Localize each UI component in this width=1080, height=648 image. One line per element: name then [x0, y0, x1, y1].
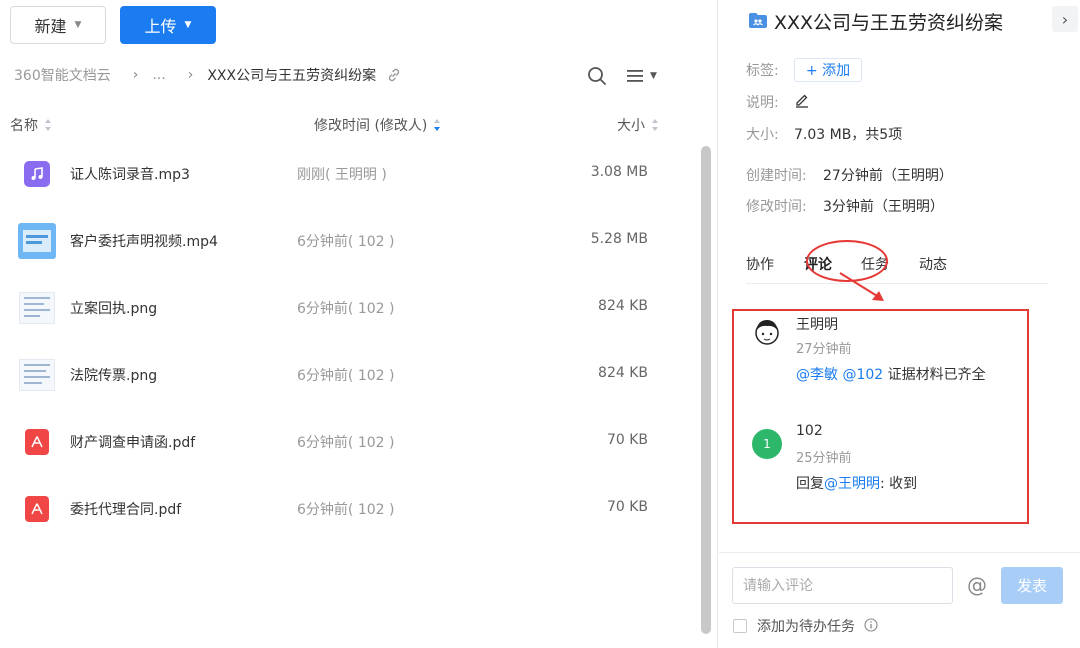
file-row[interactable]: 客户委托声明视频.mp4 6分钟前( 102 ) 5.28 MB [0, 209, 700, 275]
mention-link[interactable]: @李敏 [796, 367, 838, 383]
modified-label: 修改时间: [746, 199, 807, 215]
created-label: 创建时间: [746, 168, 807, 184]
avatar: 1 [752, 429, 782, 459]
detail-title: XXX公司与王五劳资纠纷案 [774, 12, 1004, 34]
file-name[interactable]: 委托代理合同.pdf [70, 499, 181, 519]
column-header-size-label: 大小 [617, 118, 645, 134]
avatar [755, 320, 779, 345]
comment-list: 王明明 27分钟前 @李敏 @102 证据材料已齐全 1 102 25分钟前 回… [732, 309, 1029, 524]
comment-author: 王明明 [796, 317, 838, 333]
breadcrumb-current: XXX公司与王五劳资纠纷案 [207, 68, 377, 84]
tab-activity[interactable]: 动态 [919, 254, 947, 274]
caret-down-icon: ▼ [74, 20, 82, 30]
file-modified: 6分钟前( 102 ) [297, 368, 395, 384]
scrollbar[interactable] [701, 146, 711, 634]
mention-link[interactable]: @102 [842, 367, 883, 383]
submit-button[interactable]: 发表 [1001, 567, 1063, 604]
comment-time: 27分钟前 [796, 342, 852, 357]
file-modified: 6分钟前( 102 ) [297, 301, 395, 317]
chevron-right-icon: › [132, 67, 139, 83]
upload-button-label: 上传 [144, 17, 177, 36]
mention-link[interactable]: @王明明 [824, 476, 880, 492]
list-view-icon [627, 70, 643, 82]
caret-down-icon: ▼ [650, 71, 657, 81]
comment-composer: @ 发表 添加为待办任务 [719, 552, 1080, 648]
comment-time: 25分钟前 [796, 451, 852, 466]
file-name[interactable]: 财产调查申请函.pdf [70, 432, 195, 452]
file-row[interactable]: 委托代理合同.pdf 6分钟前( 102 ) 70 KB [0, 477, 700, 543]
reply-prefix: 回复 [796, 476, 824, 492]
file-name[interactable]: 法院传票.png [70, 365, 157, 385]
todo-label: 添加为待办任务 [757, 619, 855, 635]
comment-text: @李敏 @102 证据材料已齐全 [796, 364, 986, 384]
file-name[interactable]: 客户委托声明视频.mp4 [70, 231, 218, 251]
file-row[interactable]: 法院传票.png 6分钟前( 102 ) 824 KB [0, 343, 700, 409]
breadcrumb-ellipsis[interactable]: ... [152, 67, 165, 83]
file-modified: 6分钟前( 102 ) [297, 435, 395, 451]
file-row[interactable]: 证人陈词录音.mp3 刚刚( 王明明 ) 3.08 MB [0, 142, 700, 208]
file-size: 70 KB [606, 432, 648, 448]
upload-button[interactable]: 上传 ▼ [120, 6, 216, 44]
mention-button[interactable]: @ [965, 571, 989, 599]
todo-checkbox[interactable] [733, 619, 747, 633]
tab-collaborate[interactable]: 协作 [746, 254, 774, 274]
size-value: 7.03 MB，共5项 [794, 127, 903, 143]
column-header-size[interactable]: 大小 [617, 114, 659, 136]
view-mode-toggle[interactable]: ▼ [626, 66, 666, 86]
file-row[interactable]: 财产调查申请函.pdf 6分钟前( 102 ) 70 KB [0, 410, 700, 476]
sort-icon [45, 119, 51, 131]
file-size: 3.08 MB [590, 164, 648, 180]
modified-value: 3分钟前（王明明） [823, 199, 944, 215]
detail-tabs: 协作 评论 任务 动态 [746, 240, 1048, 284]
file-row[interactable]: 立案回执.png 6分钟前( 102 ) 824 KB [0, 276, 700, 342]
column-header-name-label: 名称 [10, 118, 38, 134]
file-size: 824 KB [598, 365, 648, 381]
file-list-panel: 新建 ▼ 上传 ▼ 360智能文档云 › ... › XXX公司与王五劳资纠纷案… [0, 0, 718, 648]
new-button[interactable]: 新建 ▼ [10, 6, 106, 44]
sort-icon [652, 119, 658, 131]
file-modified: 6分钟前( 102 ) [297, 502, 395, 518]
caret-down-icon: ▼ [184, 20, 192, 30]
chevron-right-icon: › [1061, 9, 1069, 29]
image-thumbnail [18, 289, 56, 327]
search-icon[interactable] [587, 66, 607, 86]
comment-author: 102 [796, 423, 823, 439]
tag-label: 标签: [746, 63, 779, 79]
file-modified: 刚刚( 王明明 ) [297, 167, 387, 183]
column-header-modified-label: 修改时间 (修改人) [314, 118, 428, 134]
image-thumbnail [18, 356, 56, 394]
file-name[interactable]: 证人陈词录音.mp3 [70, 164, 190, 184]
pdf-file-icon [18, 490, 56, 528]
add-tag-button[interactable]: + 添加 [794, 58, 862, 82]
chevron-right-icon: › [187, 67, 194, 83]
file-size: 70 KB [606, 499, 648, 515]
created-value: 27分钟前（王明明） [823, 168, 953, 184]
video-thumbnail [18, 222, 56, 260]
collapse-panel-button[interactable]: › [1052, 6, 1078, 32]
edit-icon[interactable] [794, 92, 810, 108]
comment-body: 证据材料已齐全 [887, 367, 986, 383]
comment-body: : 收到 [880, 476, 918, 492]
size-label: 大小: [746, 127, 779, 143]
description-label: 说明: [746, 95, 779, 111]
comment-text: 回复@王明明: 收到 [796, 473, 917, 493]
comment-input[interactable] [732, 567, 953, 604]
column-header-modified[interactable]: 修改时间 (修改人) [314, 114, 441, 136]
link-icon[interactable] [386, 67, 402, 83]
column-header-name[interactable]: 名称 [10, 114, 52, 136]
pdf-file-icon [18, 423, 56, 461]
breadcrumb: 360智能文档云 › ... › XXX公司与王五劳资纠纷案 [14, 64, 402, 86]
info-icon[interactable] [864, 618, 878, 632]
sort-desc-icon [434, 119, 441, 131]
annotation-arrow [839, 272, 884, 301]
file-name[interactable]: 立案回执.png [70, 298, 157, 318]
file-size: 5.28 MB [590, 231, 648, 247]
audio-file-icon [18, 155, 56, 193]
file-modified: 6分钟前( 102 ) [297, 234, 395, 250]
folder-icon [749, 13, 767, 28]
breadcrumb-root[interactable]: 360智能文档云 [14, 65, 111, 85]
file-size: 824 KB [598, 298, 648, 314]
new-button-label: 新建 [34, 17, 67, 36]
